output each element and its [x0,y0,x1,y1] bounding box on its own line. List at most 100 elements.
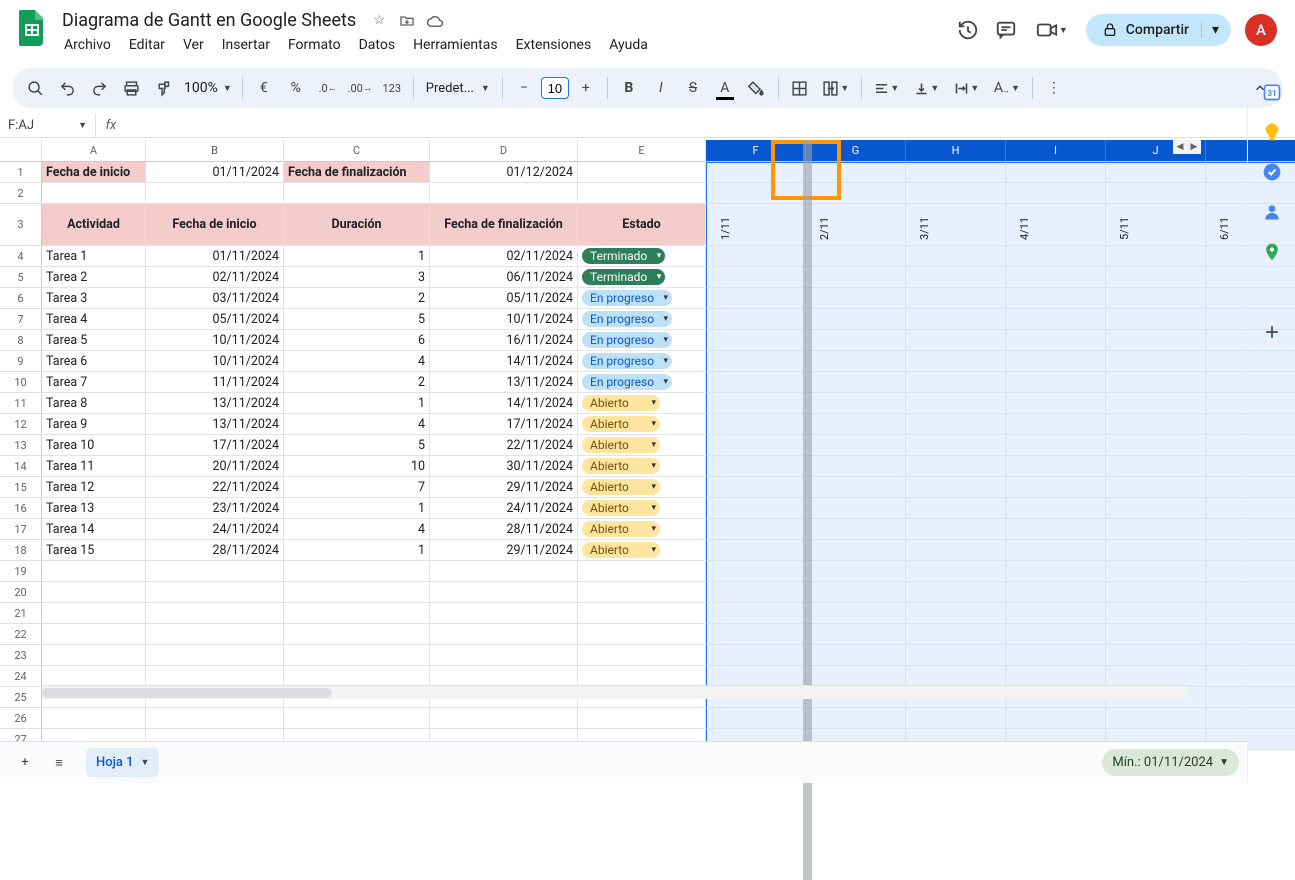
row-header-4[interactable]: 4 [0,246,42,267]
gantt-18-1[interactable] [806,540,906,561]
task-dur-17[interactable]: 4 [284,519,430,540]
gantt-15-1[interactable] [806,477,906,498]
header-b[interactable]: Fecha de inicio [146,204,284,246]
task-status-15[interactable]: Abierto [578,477,706,498]
zoom-select[interactable]: 100%▼ [180,80,236,96]
sheets-logo[interactable] [12,8,52,48]
date-col-3[interactable]: 4/11 [1006,204,1106,246]
task-end-6[interactable]: 05/11/2024 [430,288,578,309]
cell-22-4[interactable] [578,624,706,645]
cell-23-s3[interactable] [1006,645,1106,666]
task-name-9[interactable]: Tarea 6 [42,351,146,372]
cell-22-1[interactable] [146,624,284,645]
menu-insertar[interactable]: Insertar [214,33,278,57]
menu-editar[interactable]: Editar [121,33,173,57]
gantt-10-3[interactable] [1006,372,1106,393]
cell-26-3[interactable] [430,708,578,729]
italic-icon[interactable]: I [646,73,676,103]
col-header-D[interactable]: D [430,140,578,162]
cell-26-s1[interactable] [806,708,906,729]
scrollbar-thumb[interactable] [42,688,332,698]
task-status-7[interactable]: En progreso [578,309,706,330]
task-dur-6[interactable]: 2 [284,288,430,309]
task-status-10[interactable]: En progreso [578,372,706,393]
row-header-7[interactable]: 7 [0,309,42,330]
row-header-12[interactable]: 12 [0,414,42,435]
gantt-17-1[interactable] [806,519,906,540]
col-header-E[interactable]: E [578,140,706,162]
gantt-8-1[interactable] [806,330,906,351]
task-name-8[interactable]: Tarea 5 [42,330,146,351]
cell-22-0[interactable] [42,624,146,645]
scroll-left-icon[interactable]: ◀ [1173,140,1187,154]
vertical-align-icon[interactable]: ▼ [908,73,946,103]
row-header-5[interactable]: 5 [0,267,42,288]
gantt-18-0[interactable] [706,540,806,561]
decrease-font-icon[interactable]: − [509,73,539,103]
row-header-20[interactable]: 20 [0,582,42,603]
gantt-4-0[interactable] [706,246,806,267]
cell-26-s4[interactable] [1106,708,1206,729]
gantt-9-1[interactable] [806,351,906,372]
cell-f1-3[interactable] [1006,162,1106,183]
menu-extensiones[interactable]: Extensiones [508,33,600,57]
gantt-7-0[interactable] [706,309,806,330]
gantt-11-0[interactable] [706,393,806,414]
gantt-11-2[interactable] [906,393,1006,414]
task-dur-16[interactable]: 1 [284,498,430,519]
cell-f1-2[interactable] [906,162,1006,183]
gantt-10-4[interactable] [1106,372,1206,393]
task-end-15[interactable]: 29/11/2024 [430,477,578,498]
cell-20-s0[interactable] [706,582,806,603]
gantt-7-4[interactable] [1106,309,1206,330]
task-status-11[interactable]: Abierto [578,393,706,414]
col-header-F[interactable]: F [706,140,806,162]
cell-21-2[interactable] [284,603,430,624]
date-col-0[interactable]: 1/11 [706,204,806,246]
task-start-5[interactable]: 02/11/2024 [146,267,284,288]
task-status-18[interactable]: Abierto [578,540,706,561]
task-end-8[interactable]: 16/11/2024 [430,330,578,351]
task-end-13[interactable]: 22/11/2024 [430,435,578,456]
gantt-12-4[interactable] [1106,414,1206,435]
gantt-11-4[interactable] [1106,393,1206,414]
more-formats-icon[interactable]: 123 [377,73,407,103]
task-name-5[interactable]: Tarea 2 [42,267,146,288]
spreadsheet-grid[interactable]: ABCDEFGHIJ1Fecha de inicio01/11/2024Fech… [0,140,1247,750]
gantt-4-3[interactable] [1006,246,1106,267]
text-wrap-icon[interactable]: ▼ [948,73,986,103]
status-chip[interactable]: En progreso [582,311,672,327]
cell-23-4[interactable] [578,645,706,666]
col-header-G[interactable]: G [806,140,906,162]
cell-26-0[interactable] [42,708,146,729]
cell-26-4[interactable] [578,708,706,729]
task-status-4[interactable]: Terminado [578,246,706,267]
decrease-decimal-icon[interactable]: .0← [313,73,343,103]
calendar-icon[interactable]: 31 [1262,82,1282,102]
keep-icon[interactable] [1262,122,1282,142]
comments-icon[interactable] [994,18,1018,42]
gantt-7-3[interactable] [1006,309,1106,330]
date-col-4[interactable]: 5/11 [1106,204,1206,246]
paint-format-icon[interactable] [148,73,178,103]
cell-24-s1[interactable] [806,666,906,687]
cell-26-s0[interactable] [706,708,806,729]
gantt-6-0[interactable] [706,288,806,309]
gantt-8-4[interactable] [1106,330,1206,351]
menu-datos[interactable]: Datos [351,33,403,57]
task-name-11[interactable]: Tarea 8 [42,393,146,414]
horizontal-align-icon[interactable]: ▼ [868,73,906,103]
task-dur-4[interactable]: 1 [284,246,430,267]
star-icon[interactable]: ☆ [370,13,388,29]
cell-24-3[interactable] [430,666,578,687]
row-header-18[interactable]: 18 [0,540,42,561]
gantt-9-4[interactable] [1106,351,1206,372]
header-a[interactable]: Actividad [42,204,146,246]
gantt-5-3[interactable] [1006,267,1106,288]
row-header-9[interactable]: 9 [0,351,42,372]
cell-20-0[interactable] [42,582,146,603]
gantt-13-1[interactable] [806,435,906,456]
gantt-8-3[interactable] [1006,330,1106,351]
task-start-15[interactable]: 22/11/2024 [146,477,284,498]
cell-24-s4[interactable] [1106,666,1206,687]
